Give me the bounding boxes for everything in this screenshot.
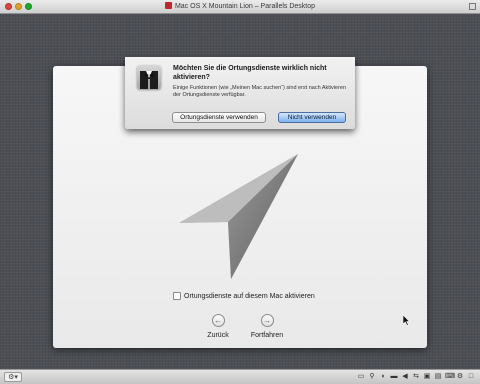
back-arrow-icon: ←	[211, 314, 225, 327]
fullscreen-button[interactable]	[469, 3, 476, 10]
window-title-area: Mac OS X Mountain Lion – Parallels Deskt…	[0, 2, 480, 12]
use-location-services-button[interactable]: Ortungsdienste verwenden	[172, 112, 266, 123]
forward-arrow-icon: →	[260, 314, 274, 327]
speaker-icon[interactable]: ◀	[401, 372, 409, 381]
printer-icon[interactable]: ▤	[434, 372, 442, 381]
location-services-checkbox-label: Ortungsdienste auf diesem Mac aktivieren	[184, 292, 315, 300]
dialog-message: Einige Funktionen (wie „Meinen Mac suche…	[173, 85, 347, 98]
mouse-cursor-icon	[403, 315, 411, 326]
keyboard-icon[interactable]: ⌨	[445, 372, 455, 381]
window-title: Mac OS X Mountain Lion – Parallels Deskt…	[174, 3, 316, 10]
continue-button[interactable]: → Fortfahren	[247, 314, 287, 339]
device-icons: ▭ ⚲ ◗ ▬ ◀ ⇆ ▣ ▤ ⌨ ⚙ □	[357, 372, 475, 381]
location-arrow-icon	[179, 154, 298, 279]
monitor-icon[interactable]: ▭	[357, 372, 365, 381]
dont-use-button[interactable]: Nicht verwenden	[278, 112, 346, 123]
confirmation-dialog: Möchten Sie die Ortungsdienste wirklich …	[125, 57, 355, 129]
network-icon[interactable]: ⇆	[412, 372, 420, 381]
microphone-icon[interactable]: ◗	[379, 372, 387, 381]
back-button[interactable]: ← Zurück	[198, 314, 238, 339]
back-label: Zurück	[207, 332, 229, 339]
usb-icon[interactable]: ⚲	[368, 372, 376, 381]
setup-assistant-tuxedo-icon	[137, 65, 161, 89]
hard-disk-icon[interactable]: ▬	[390, 372, 398, 381]
location-services-checkbox-row[interactable]: Ortungsdienste auf diesem Mac aktivieren	[173, 292, 315, 300]
window-mode-icon[interactable]: □	[467, 372, 475, 381]
parallels-icon	[164, 2, 172, 9]
vm-desktop: Ortungsdienste auf diesem Mac aktivieren…	[0, 14, 480, 369]
settings-icon[interactable]: ⚙	[456, 372, 464, 381]
settings-menu-button[interactable]: ⚙▾	[4, 372, 22, 382]
shared-folder-icon[interactable]: ▣	[423, 372, 431, 381]
host-status-bar: ⚙▾ ▭ ⚲ ◗ ▬ ◀ ⇆ ▣ ▤ ⌨ ⚙ □	[0, 369, 480, 384]
location-services-checkbox[interactable]	[173, 292, 181, 300]
host-title-bar: Mac OS X Mountain Lion – Parallels Deskt…	[0, 0, 480, 14]
dialog-title: Möchten Sie die Ortungsdienste wirklich …	[173, 65, 327, 81]
continue-label: Fortfahren	[250, 332, 284, 339]
